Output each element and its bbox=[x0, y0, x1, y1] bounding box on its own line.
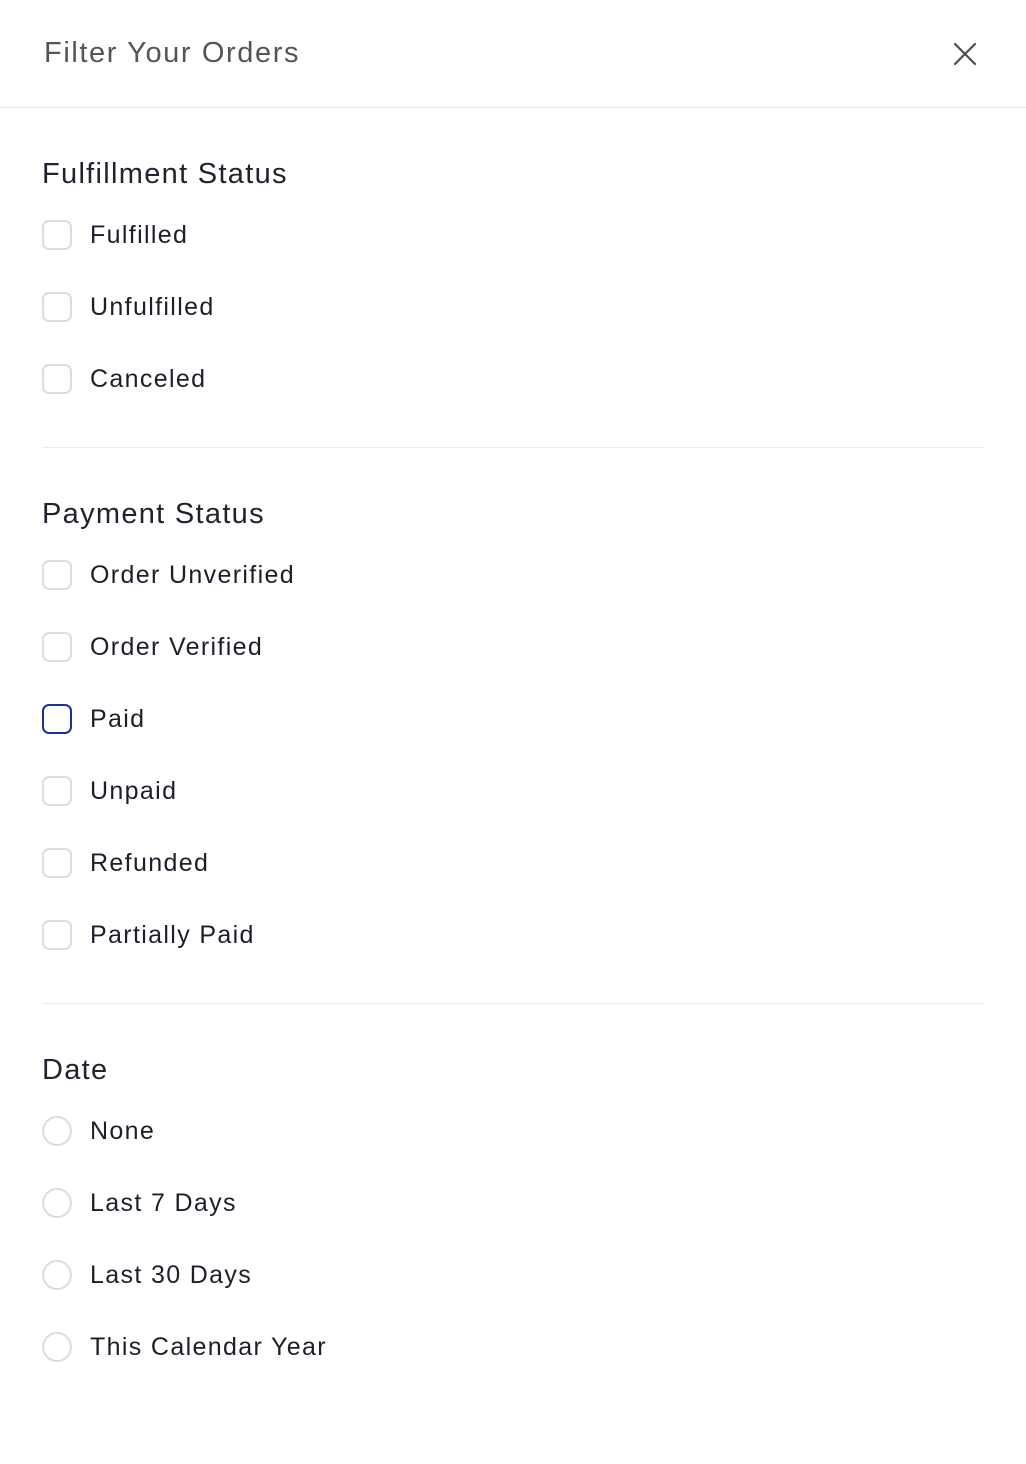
radio-row-last-7-days[interactable]: Last 7 Days bbox=[42, 1179, 984, 1227]
filter-orders-panel: Filter Your Orders Fulfillment Status Fu… bbox=[0, 0, 1026, 1464]
checkbox-unpaid[interactable] bbox=[42, 776, 72, 806]
radio-label-this-calendar-year: This Calendar Year bbox=[90, 1332, 327, 1361]
payment-status-options: Order Unverified Order Verified Paid Unp… bbox=[42, 529, 984, 959]
checkbox-order-unverified[interactable] bbox=[42, 560, 72, 590]
section-fulfillment-status: Fulfillment Status Fulfilled Unfulfilled… bbox=[0, 108, 1026, 403]
checkbox-label-unfulfilled: Unfulfilled bbox=[90, 292, 215, 321]
date-options: None Last 7 Days Last 30 Days This Calen… bbox=[42, 1085, 984, 1371]
checkbox-refunded[interactable] bbox=[42, 848, 72, 878]
panel-header: Filter Your Orders bbox=[0, 0, 1026, 108]
checkbox-row-partially-paid[interactable]: Partially Paid bbox=[42, 911, 984, 959]
panel-body: Fulfillment Status Fulfilled Unfulfilled… bbox=[0, 108, 1026, 1371]
radio-label-last-7-days: Last 7 Days bbox=[90, 1188, 237, 1217]
checkbox-row-fulfilled[interactable]: Fulfilled bbox=[42, 211, 984, 259]
checkbox-partially-paid[interactable] bbox=[42, 920, 72, 950]
section-date: Date None Last 7 Days Last 30 Days This … bbox=[0, 1004, 1026, 1371]
checkbox-order-verified[interactable] bbox=[42, 632, 72, 662]
checkbox-row-order-unverified[interactable]: Order Unverified bbox=[42, 551, 984, 599]
checkbox-label-canceled: Canceled bbox=[90, 364, 207, 393]
checkbox-label-order-unverified: Order Unverified bbox=[90, 560, 295, 589]
radio-last-30-days[interactable] bbox=[42, 1260, 72, 1290]
close-icon bbox=[952, 41, 978, 67]
checkbox-paid[interactable] bbox=[42, 704, 72, 734]
checkbox-row-order-verified[interactable]: Order Verified bbox=[42, 623, 984, 671]
radio-this-calendar-year[interactable] bbox=[42, 1332, 72, 1362]
checkbox-row-unpaid[interactable]: Unpaid bbox=[42, 767, 984, 815]
checkbox-fulfilled[interactable] bbox=[42, 220, 72, 250]
section-heading-fulfillment-status: Fulfillment Status bbox=[42, 158, 288, 190]
radio-none[interactable] bbox=[42, 1116, 72, 1146]
fulfillment-status-options: Fulfilled Unfulfilled Canceled bbox=[42, 189, 984, 403]
divider-wrap-1 bbox=[0, 403, 1026, 448]
checkbox-canceled[interactable] bbox=[42, 364, 72, 394]
checkbox-label-order-verified: Order Verified bbox=[90, 632, 264, 661]
radio-label-last-30-days: Last 30 Days bbox=[90, 1260, 253, 1289]
section-heading-payment-status: Payment Status bbox=[42, 498, 265, 530]
checkbox-label-partially-paid: Partially Paid bbox=[90, 920, 255, 949]
page-title: Filter Your Orders bbox=[44, 37, 301, 69]
radio-row-last-30-days[interactable]: Last 30 Days bbox=[42, 1251, 984, 1299]
radio-row-this-calendar-year[interactable]: This Calendar Year bbox=[42, 1323, 984, 1371]
checkbox-label-paid: Paid bbox=[90, 704, 146, 733]
radio-last-7-days[interactable] bbox=[42, 1188, 72, 1218]
checkbox-row-refunded[interactable]: Refunded bbox=[42, 839, 984, 887]
checkbox-unfulfilled[interactable] bbox=[42, 292, 72, 322]
radio-row-none[interactable]: None bbox=[42, 1107, 984, 1155]
section-payment-status: Payment Status Order Unverified Order Ve… bbox=[0, 448, 1026, 959]
checkbox-label-unpaid: Unpaid bbox=[90, 776, 178, 805]
checkbox-row-canceled[interactable]: Canceled bbox=[42, 355, 984, 403]
divider-wrap-2 bbox=[0, 959, 1026, 1004]
radio-label-none: None bbox=[90, 1116, 156, 1145]
checkbox-row-unfulfilled[interactable]: Unfulfilled bbox=[42, 283, 984, 331]
section-heading-date: Date bbox=[42, 1054, 109, 1086]
checkbox-label-fulfilled: Fulfilled bbox=[90, 220, 189, 249]
close-button[interactable] bbox=[942, 31, 988, 77]
checkbox-row-paid[interactable]: Paid bbox=[42, 695, 984, 743]
checkbox-label-refunded: Refunded bbox=[90, 848, 210, 877]
